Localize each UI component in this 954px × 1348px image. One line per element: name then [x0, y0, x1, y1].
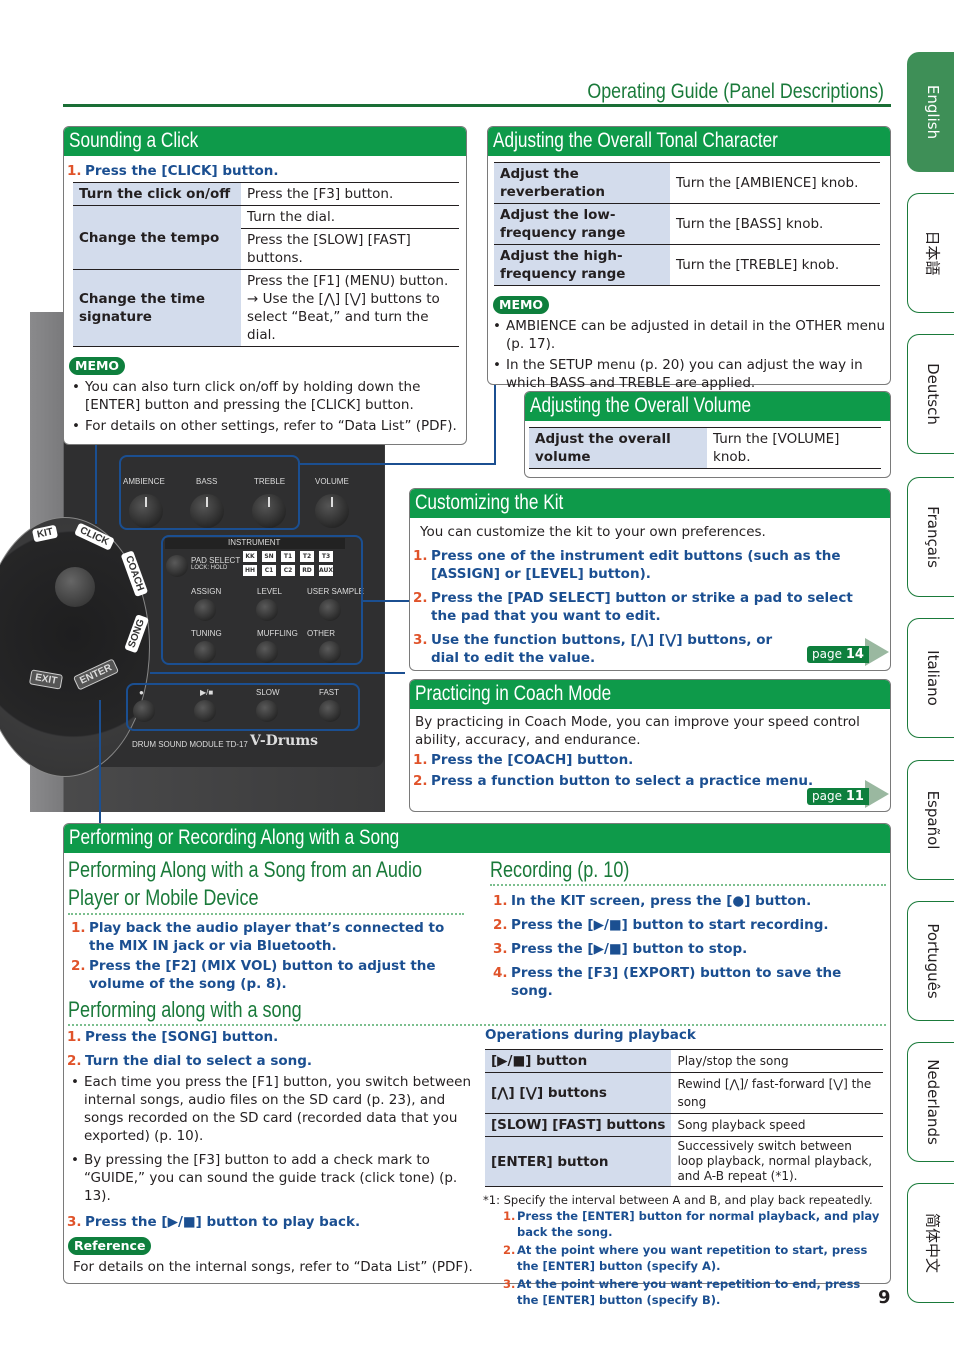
section-title: Sounding a Click [64, 127, 466, 156]
step: 1. Press one of the instrument edit butto… [413, 548, 841, 582]
coach-mode-box: Practicing in Coach Mode By practicing i… [409, 679, 891, 812]
memo-item: You can also turn click on/off by holdin… [67, 378, 466, 414]
song-connector [99, 700, 101, 824]
step: 2. Press the [▶/■] button to start record… [493, 917, 829, 933]
subsection-title: Performing Along with a Song from an Aud… [68, 857, 422, 910]
sounding-click-box: Sounding a Click 1. Press the [CLICK] but… [63, 126, 467, 445]
language-tab-label: Italiano [923, 650, 942, 706]
reference-text: For details on the internal songs, refer… [73, 1259, 473, 1275]
subsection-title: Recording (p. 10) [490, 857, 630, 882]
memo-badge: MEMO [69, 357, 126, 375]
section-title: Adjusting the Overall Tonal Character [488, 127, 890, 156]
volume-label: VOLUME [315, 477, 349, 486]
playback-ops-table: [▶/■] button Play/stop the song [⋀] [⋁] b… [485, 1049, 883, 1187]
page-ref-link[interactable]: page 14 [807, 638, 889, 666]
footnote-step: 3. At the point where you want repetition… [503, 1277, 861, 1307]
bullet-item: By pressing the [F3] button to add a che… [66, 1151, 474, 1205]
brand-logo: V-Drums [250, 733, 319, 749]
footnote-step: 1. Press the [ENTER] button for normal pl… [503, 1209, 880, 1239]
model-label: DRUM SOUND MODULE TD-17 [132, 740, 248, 749]
memo-item: In the SETUP menu (p. 20) you can adjust… [488, 356, 890, 392]
tone-connector-v [494, 384, 496, 464]
language-tab[interactable]: English [907, 52, 954, 172]
language-tab-label: Nederlands [923, 1059, 942, 1145]
ops-title: Operations during playback [485, 1027, 696, 1043]
coach-connector [150, 672, 405, 674]
intro-text: You can customize the kit to your own pr… [420, 524, 766, 540]
language-tab-label: 简体中文 [923, 1212, 941, 1274]
language-tab[interactable]: Português [907, 901, 954, 1021]
step: 1. Press the [SONG] button. [67, 1029, 279, 1045]
memo-item: AMBIENCE can be adjusted in detail in th… [488, 317, 890, 353]
language-tab-label: Français [923, 506, 942, 568]
volume-knob[interactable] [315, 494, 349, 528]
tone-connector [300, 463, 496, 465]
language-tab-label: Deutsch [923, 363, 942, 425]
step: 2. Press the [PAD SELECT] button or strik… [413, 590, 853, 624]
step: 2. Turn the dial to select a song. [67, 1053, 313, 1069]
step: 4. Press the [F3] (EXPORT) button to save… [493, 965, 842, 999]
language-tab[interactable]: Italiano [907, 618, 954, 738]
language-tab[interactable]: Deutsch [907, 334, 954, 454]
language-tab-label: Português [923, 923, 942, 999]
section-title: Performing or Recording Along with a Son… [64, 824, 890, 853]
page-number: 9 [878, 1287, 891, 1308]
step: 3. Press the [▶/■] button to play back. [67, 1214, 361, 1230]
song-box: Performing or Recording Along with a Son… [63, 823, 891, 1307]
language-tab[interactable]: 简体中文 [907, 1183, 954, 1303]
click-connector [95, 444, 97, 524]
language-tab[interactable]: Español [907, 760, 954, 880]
click-table: Turn the click on/off Press the [F3] butt… [73, 182, 459, 347]
section-title: Customizing the Kit [410, 489, 890, 518]
step: 1. Press the [COACH] button. [413, 752, 634, 768]
step: 2. Press the [F2] (MIX VOL) button to adj… [71, 958, 436, 992]
intro-text: By practicing in Coach Mode, you can imp… [415, 714, 860, 748]
tonal-table: Adjust the reverberation Turn the [AMBIEN… [494, 162, 880, 286]
language-tab[interactable]: 日本語 [907, 193, 954, 313]
kit-connector [363, 600, 410, 602]
tone-knobs-highlight [119, 455, 300, 530]
section-title: Practicing in Coach Mode [410, 680, 890, 709]
footnote-step: 2. At the point where you want repetition… [503, 1243, 868, 1273]
tonal-character-box: Adjusting the Overall Tonal Character Ad… [487, 126, 891, 391]
volume-table: Adjust the overall volume Turn the [VOLUM… [529, 427, 881, 469]
memo-badge: MEMO [493, 296, 550, 314]
memo-item: For details on other settings, refer to … [67, 417, 466, 435]
language-tab-label: 日本語 [923, 230, 941, 276]
instrument-highlight [161, 535, 363, 665]
page-ref-link[interactable]: page 11 [807, 780, 889, 808]
customizing-kit-box: Customizing the Kit You can customize th… [409, 488, 891, 671]
step: 1. Play back the audio player that’s conn… [71, 920, 445, 954]
language-tab[interactable]: Nederlands [907, 1042, 954, 1162]
language-tab-label: Español [923, 790, 942, 850]
bullet-item: Each time you press the [F1] button, you… [66, 1073, 474, 1145]
step: 1. Press the [CLICK] button. [67, 163, 279, 179]
reference-badge: Reference [68, 1237, 152, 1255]
overall-volume-box: Adjusting the Overall Volume Adjust the … [524, 391, 891, 478]
footnote: *1: Specify the interval between A and B… [483, 1193, 873, 1207]
language-tab[interactable]: Français [907, 477, 954, 597]
subsection-title: Performing along with a song [68, 997, 302, 1022]
header-rule [63, 104, 891, 107]
step: 1. In the KIT screen, press the [●] butto… [493, 893, 812, 909]
transport-highlight [126, 683, 360, 731]
language-tab-label: English [923, 84, 942, 140]
step: 3. Press the [▶/■] button to stop. [493, 941, 748, 957]
page-header-title: Operating Guide (Panel Descriptions) [587, 80, 884, 103]
section-title: Adjusting the Overall Volume [525, 392, 890, 421]
